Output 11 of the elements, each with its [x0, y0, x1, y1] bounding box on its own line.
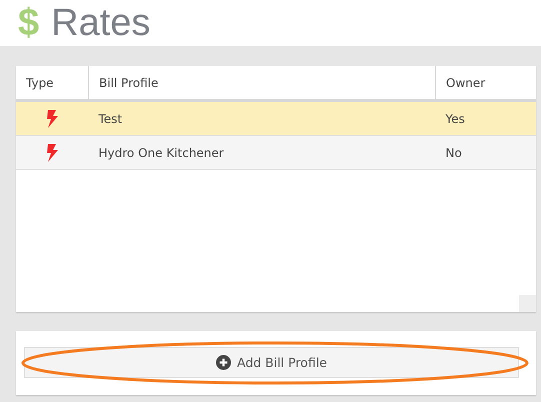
dollar-icon: $ [18, 4, 40, 42]
lightning-bolt-icon [45, 144, 60, 162]
table-cell: No [436, 136, 536, 170]
add-bill-profile-button[interactable]: Add Bill Profile [24, 347, 519, 378]
plus-icon [216, 355, 231, 370]
table-cell: Test [88, 100, 436, 136]
table-cell: Yes [436, 100, 536, 136]
lightning-bolt-icon [45, 110, 60, 128]
page-title: Rates [51, 4, 150, 42]
scroll-corner [519, 295, 536, 312]
table-cell: Hydro One Kitchener [88, 136, 436, 170]
